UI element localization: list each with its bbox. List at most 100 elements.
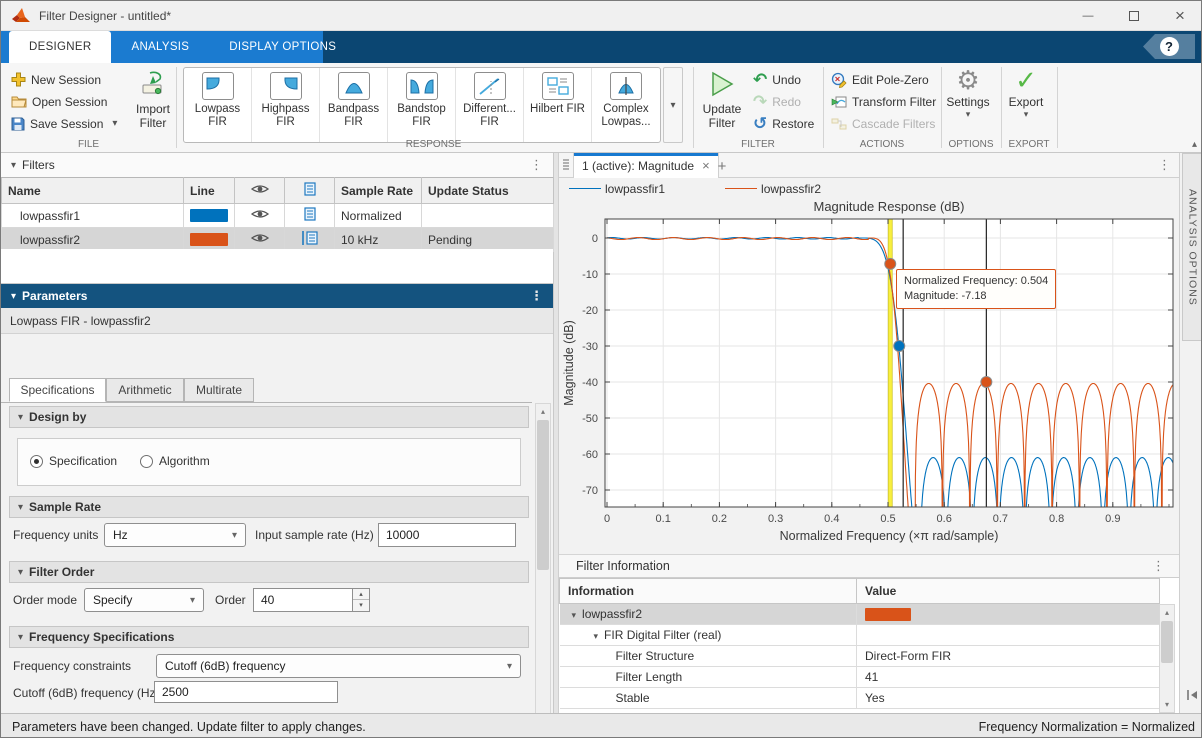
radio-algorithm[interactable]: Algorithm	[140, 454, 210, 468]
filter-info-scrollbar[interactable]: ▴ ▾	[1159, 604, 1175, 713]
collapse-ribbon-button[interactable]: ▴	[1192, 139, 1197, 150]
frequency-units-label: Frequency units	[13, 528, 98, 542]
save-session-button[interactable]: Save Session ▾	[11, 113, 117, 134]
response-highpass-fir[interactable]: HighpassFIR	[252, 68, 320, 142]
radio-selected-icon	[30, 455, 43, 468]
magnitude-response-chart[interactable]: 00.10.20.30.40.50.60.70.80.90-10-20-30-4…	[559, 199, 1179, 546]
col-info[interactable]	[285, 178, 335, 204]
tree-collapse-icon[interactable]: ▾	[594, 631, 599, 641]
dock-panel-icon[interactable]	[1186, 689, 1198, 701]
frequency-constraints-dropdown[interactable]: Cutoff (6dB) frequency ▾	[156, 654, 521, 678]
maximize-button[interactable]	[1111, 1, 1157, 30]
response-complex-lowpass[interactable]: ComplexLowpas...	[592, 68, 660, 142]
col-name[interactable]: Name	[2, 178, 184, 204]
parameters-scrollbar[interactable]: ▴ ▾	[535, 403, 551, 738]
scroll-down-icon[interactable]: ▾	[1160, 697, 1174, 712]
response-differentiator-fir[interactable]: Different...FIR	[456, 68, 524, 142]
cutoff-frequency-field[interactable]: 2500	[154, 681, 338, 703]
parameters-menu-icon[interactable]: ⋮	[530, 288, 543, 304]
order-field[interactable]: 40	[253, 588, 353, 612]
info-row-structure[interactable]: Filter Structure Direct-Form FIR	[560, 646, 1160, 667]
import-filter-button[interactable]: ImportFilter	[129, 71, 177, 130]
tab-display-options[interactable]: DISPLAY OPTIONS	[209, 31, 356, 63]
new-analysis-tab-button[interactable]: +	[711, 156, 733, 176]
response-hilbert-fir[interactable]: Hilbert FIR	[524, 68, 592, 142]
col-visibility[interactable]	[235, 178, 285, 204]
filters-collapse-icon[interactable]: ▾	[11, 160, 16, 171]
save-session-dropdown-icon[interactable]: ▾	[112, 118, 117, 129]
col-line[interactable]: Line	[184, 178, 235, 204]
response-lowpass-fir[interactable]: LowpassFIR	[184, 68, 252, 142]
scrollbar-thumb[interactable]	[537, 420, 549, 570]
info-row-type[interactable]: ▾FIR Digital Filter (real)	[560, 625, 1160, 646]
input-sample-rate-field[interactable]: 10000	[378, 523, 516, 547]
section-frequency-specifications[interactable]: ▾ Frequency Specifications	[9, 626, 529, 648]
col-value[interactable]: Value	[857, 579, 1160, 604]
info-toggle[interactable]	[285, 204, 335, 228]
order-mode-value: Specify	[93, 593, 132, 607]
order-stepper[interactable]: ▴ ▾	[353, 588, 370, 612]
info-toggle-active[interactable]	[285, 228, 335, 252]
frequency-units-dropdown[interactable]: Hz ▾	[104, 523, 246, 547]
tab-multirate[interactable]: Multirate	[184, 378, 254, 402]
visibility-toggle[interactable]	[235, 204, 285, 228]
filter-information-menu-icon[interactable]: ⋮	[1152, 558, 1165, 574]
settings-button[interactable]: ⚙ Settings ▾	[942, 65, 994, 119]
col-sample-rate[interactable]: Sample Rate	[335, 178, 422, 204]
filter-row-lowpassfir1[interactable]: lowpassfir1 Normalized	[2, 204, 554, 228]
col-information[interactable]: Information	[560, 579, 857, 604]
update-filter-button[interactable]: UpdateFilter	[699, 71, 745, 130]
minimize-button[interactable]: —	[1065, 1, 1111, 30]
data-cursor-tooltip[interactable]: Normalized Frequency: 0.504 Magnitude: -…	[896, 269, 1056, 309]
filter-row-lowpassfir2[interactable]: lowpassfir2 10 kHz Pending	[2, 228, 554, 252]
tab-specifications[interactable]: Specifications	[9, 378, 106, 402]
scrollbar-thumb[interactable]	[1161, 621, 1173, 663]
order-mode-dropdown[interactable]: Specify ▾	[84, 588, 204, 612]
transform-filter-button[interactable]: Transform Filter	[831, 91, 936, 112]
undo-button[interactable]: ↶ Undo	[753, 69, 801, 90]
line-swatch-cell[interactable]	[184, 204, 235, 228]
response-bandstop-fir[interactable]: BandstopFIR	[388, 68, 456, 142]
legend-label-lowpassfir2[interactable]: lowpassfir2	[761, 182, 821, 196]
tab-analysis[interactable]: ANALYSIS	[111, 31, 209, 63]
legend-label-lowpassfir1[interactable]: lowpassfir1	[605, 182, 665, 196]
close-tab-icon[interactable]: ×	[702, 158, 710, 173]
filters-menu-icon[interactable]: ⋮	[530, 157, 543, 173]
info-row-stable[interactable]: Stable Yes	[560, 688, 1160, 709]
section-sample-rate[interactable]: ▾ Sample Rate	[9, 496, 529, 518]
panel-handle-icon[interactable]	[562, 159, 570, 172]
tab-designer[interactable]: DESIGNER	[9, 31, 111, 63]
open-session-button[interactable]: Open Session	[11, 91, 107, 112]
response-gallery-dropdown[interactable]: ▾	[663, 67, 683, 143]
info-row-length[interactable]: Filter Length 41	[560, 667, 1160, 688]
analysis-menu-icon[interactable]: ⋮	[1158, 157, 1171, 173]
section-filter-order[interactable]: ▾ Filter Order	[9, 561, 529, 583]
svg-text:-10: -10	[582, 269, 598, 281]
parameters-collapse-icon[interactable]: ▾	[11, 291, 16, 302]
tree-collapse-icon[interactable]: ▾	[572, 610, 577, 620]
export-button[interactable]: ✓ Export ▾	[1002, 65, 1050, 119]
stepper-up-icon[interactable]: ▴	[353, 589, 369, 600]
visibility-toggle[interactable]	[235, 228, 285, 252]
scroll-up-icon[interactable]: ▴	[536, 404, 550, 419]
tab-arithmetic[interactable]: Arithmetic	[106, 378, 184, 402]
restore-button[interactable]: ↺ Restore	[753, 113, 814, 134]
help-button[interactable]: ?	[1143, 34, 1195, 59]
bandstop-response-icon	[406, 72, 438, 100]
analysis-tab-magnitude[interactable]: 1 (active): Magnitude ×	[573, 153, 719, 178]
redo-button[interactable]: ↷ Redo	[753, 91, 801, 112]
col-update-status[interactable]: Update Status	[422, 178, 554, 204]
close-button[interactable]: ×	[1157, 1, 1202, 30]
edit-pole-zero-button[interactable]: Edit Pole-Zero	[831, 69, 929, 90]
section-design-by[interactable]: ▾ Design by	[9, 406, 529, 428]
cascade-filters-button[interactable]: Cascade Filters	[831, 113, 935, 134]
radio-specification[interactable]: Specification	[30, 454, 117, 468]
new-session-button[interactable]: New Session	[11, 69, 101, 90]
input-sample-rate-value: 10000	[386, 528, 419, 542]
analysis-options-tab[interactable]: ANALYSIS OPTIONS	[1182, 153, 1202, 341]
line-swatch-cell[interactable]	[184, 228, 235, 252]
scroll-up-icon[interactable]: ▴	[1160, 605, 1174, 620]
info-row-filter[interactable]: ▾lowpassfir2	[560, 604, 1160, 625]
response-bandpass-fir[interactable]: BandpassFIR	[320, 68, 388, 142]
stepper-down-icon[interactable]: ▾	[353, 600, 369, 611]
